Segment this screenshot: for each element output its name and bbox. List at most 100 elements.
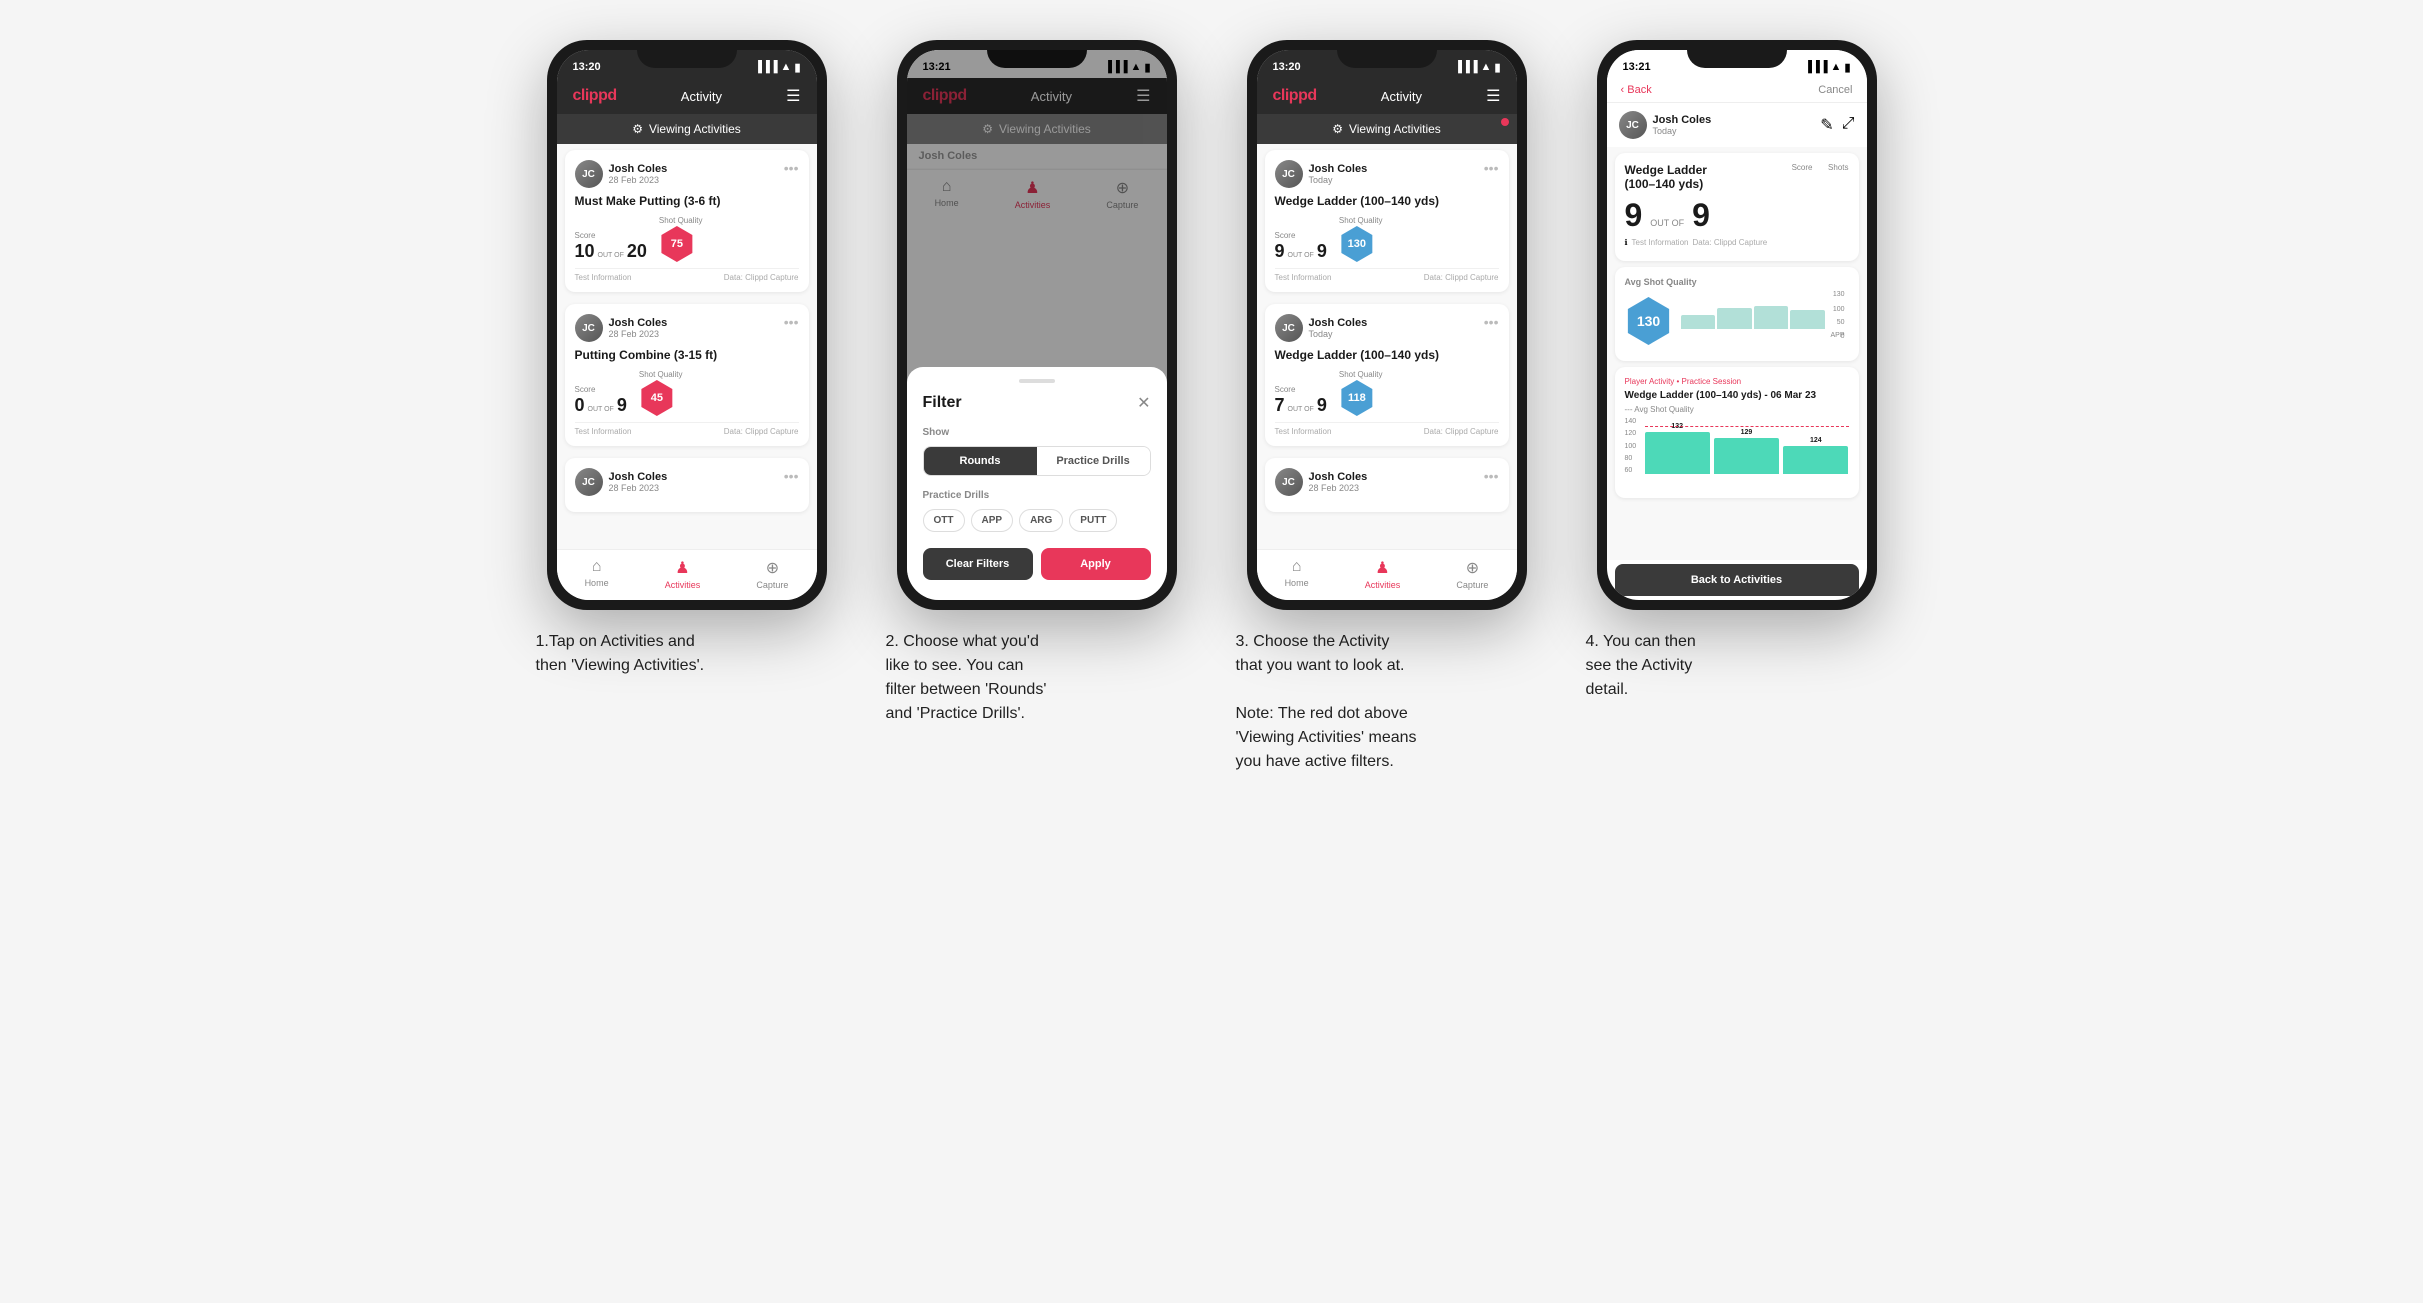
activity-card-1-2[interactable]: JC Josh Coles 28 Feb 2023 ••• Putting Co… xyxy=(565,304,809,446)
menu-icon-1[interactable]: ☰ xyxy=(786,86,800,106)
filter-pills-2: OTT APP ARG PUTT xyxy=(923,509,1151,532)
detail-outof-4: OUT OF xyxy=(1650,218,1684,228)
pill-arg-2[interactable]: ARG xyxy=(1019,509,1063,532)
nav-title-3: Activity xyxy=(1381,89,1422,104)
score-label-3-1: Score xyxy=(1275,231,1327,240)
activity-card-1-3[interactable]: JC Josh Coles 28 Feb 2023 ••• xyxy=(565,458,809,512)
home-icon-1: ⌂ xyxy=(592,558,602,576)
user-info-3-2: JC Josh Coles Today xyxy=(1275,314,1368,342)
avg-sq-label-4: Avg Shot Quality xyxy=(1625,277,1849,287)
chart-mid1-4: 100 xyxy=(1833,306,1845,313)
stat-score-3-1: Score 9 OUT OF 9 xyxy=(1275,231,1327,262)
tab-capture-3[interactable]: ⊕ Capture xyxy=(1456,558,1488,590)
shots-val-3-1: 9 xyxy=(1317,241,1327,262)
wifi-icon-4: ▲ xyxy=(1831,61,1842,73)
more-icon-1-2[interactable]: ••• xyxy=(784,314,799,330)
user-info-4: JC Josh Coles Today xyxy=(1619,111,1712,139)
score-value-row-1-1: 10 OUT OF 20 xyxy=(575,241,647,262)
phone-3-screen: 13:20 ▐▐▐ ▲ ▮ clippd Activity ☰ ⚙ Viewin… xyxy=(1257,50,1517,600)
user-details-4: Josh Coles Today xyxy=(1653,114,1712,136)
stat-sq-1-1: Shot Quality 75 xyxy=(659,216,703,262)
avg-line-4 xyxy=(1645,426,1849,427)
battery-icon-3: ▮ xyxy=(1494,61,1500,74)
expand-icon-4[interactable]: ⤢ xyxy=(1842,115,1855,135)
card-title-1-1: Must Make Putting (3-6 ft) xyxy=(575,194,799,208)
nav-title-1: Activity xyxy=(681,89,722,104)
chart-max-4: 130 xyxy=(1833,291,1845,298)
bar-chart-4: 132 129 124 xyxy=(1625,418,1849,488)
card-title-1-2: Putting Combine (3-15 ft) xyxy=(575,348,799,362)
user-date-4: Today xyxy=(1653,126,1712,136)
tab-capture-label-1: Capture xyxy=(756,580,788,590)
sq-hex-1-2: 45 xyxy=(639,380,675,416)
more-icon-3-3[interactable]: ••• xyxy=(1484,468,1499,484)
detail-nav-4: ‹ < BackBack Cancel xyxy=(1607,78,1867,103)
title-line2-4: (100–140 yds) xyxy=(1625,177,1707,191)
footer-left-1-1: Test Information xyxy=(575,273,632,282)
activity-card-3-3[interactable]: JC Josh Coles 28 Feb 2023 ••• xyxy=(1265,458,1509,512)
more-icon-3-2[interactable]: ••• xyxy=(1484,314,1499,330)
more-icon-1-3[interactable]: ••• xyxy=(784,468,799,484)
user-name-3-1: Josh Coles xyxy=(1309,163,1368,175)
user-name-3-2: Josh Coles xyxy=(1309,317,1368,329)
tab-home-3[interactable]: ⌂ Home xyxy=(1285,558,1309,590)
chart-xlabel-4: APP xyxy=(1830,332,1844,339)
tab-activities-1[interactable]: ♟ Activities xyxy=(665,558,701,590)
cancel-button-4[interactable]: Cancel xyxy=(1818,84,1852,96)
viewing-banner-3[interactable]: ⚙ Viewing Activities xyxy=(1257,114,1517,144)
tab-home-1[interactable]: ⌂ Home xyxy=(585,558,609,590)
tab-activities-3[interactable]: ♟ Activities xyxy=(1365,558,1401,590)
toggle-drills-2[interactable]: Practice Drills xyxy=(1037,447,1150,475)
pill-ott-2[interactable]: OTT xyxy=(923,509,965,532)
status-icons-3: ▐▐▐ ▲ ▮ xyxy=(1454,61,1500,74)
activity-card-1-1[interactable]: JC Josh Coles 28 Feb 2023 ••• Must Make … xyxy=(565,150,809,292)
sq-label-3-2: Shot Quality xyxy=(1339,370,1383,379)
filter-icon-1: ⚙ xyxy=(632,122,643,136)
card-header-3-3: JC Josh Coles 28 Feb 2023 ••• xyxy=(1275,468,1499,496)
activities-icon-1: ♟ xyxy=(675,558,689,578)
back-button-4[interactable]: ‹ < BackBack xyxy=(1621,84,1652,96)
sq-hex-3-1: 130 xyxy=(1339,226,1375,262)
clear-filters-button-2[interactable]: Clear Filters xyxy=(923,548,1033,580)
tab-capture-1[interactable]: ⊕ Capture xyxy=(756,558,788,590)
menu-icon-3[interactable]: ☰ xyxy=(1486,86,1500,106)
step-3-column: 13:20 ▐▐▐ ▲ ▮ clippd Activity ☰ ⚙ Viewin… xyxy=(1232,40,1542,774)
footer-left-1-2: Test Information xyxy=(575,427,632,436)
session-sq-label-4: --- Avg Shot Quality xyxy=(1625,405,1849,414)
toggle-rounds-2[interactable]: Rounds xyxy=(924,447,1037,475)
more-icon-1-1[interactable]: ••• xyxy=(784,160,799,176)
caption-1: 1.Tap on Activities andthen 'Viewing Act… xyxy=(532,630,842,678)
shots-val-1-2: 9 xyxy=(617,395,627,416)
filter-close-2[interactable]: ✕ xyxy=(1137,393,1150,413)
card-footer-1-2: Test Information Data: Clippd Capture xyxy=(575,422,799,436)
bar-body-3-4 xyxy=(1783,446,1848,474)
viewing-banner-1[interactable]: ⚙ Viewing Activities xyxy=(557,114,817,144)
screen-content-1: JC Josh Coles 28 Feb 2023 ••• Must Make … xyxy=(557,144,817,549)
activity-card-3-2[interactable]: JC Josh Coles Today ••• Wedge Ladder (10… xyxy=(1265,304,1509,446)
apply-button-2[interactable]: Apply xyxy=(1041,548,1151,580)
pill-putt-2[interactable]: PUTT xyxy=(1069,509,1117,532)
stats-row-1-2: Score 0 OUT OF 9 Shot Quality 45 xyxy=(575,370,799,416)
show-label-2: Show xyxy=(923,427,1151,438)
pill-app-2[interactable]: APP xyxy=(971,509,1014,532)
bar-group-3-4: 124 xyxy=(1783,437,1848,474)
card-header-1-2: JC Josh Coles 28 Feb 2023 ••• xyxy=(575,314,799,342)
phone-1: 13:20 ▐▐▐ ▲ ▮ clippd Activity ☰ ⚙ View xyxy=(547,40,827,610)
status-time-4: 13:21 xyxy=(1623,61,1651,73)
score-value-row-3-2: 7 OUT OF 9 xyxy=(1275,395,1327,416)
bar-group-1-4: 132 xyxy=(1645,423,1710,474)
filter-sheet-2: Filter ✕ Show Rounds Practice Drills Pra… xyxy=(907,367,1167,600)
bar-val-2-4: 129 xyxy=(1741,429,1753,436)
edit-icon-4[interactable]: ✎ xyxy=(1820,115,1833,135)
activities-icon-3: ♟ xyxy=(1375,558,1389,578)
back-activities-button-4[interactable]: Back to Activities xyxy=(1615,564,1859,596)
phone-3: 13:20 ▐▐▐ ▲ ▮ clippd Activity ☰ ⚙ Viewin… xyxy=(1247,40,1527,610)
detail-action-icons-4: ✎ ⤢ xyxy=(1820,115,1854,135)
more-icon-3-1[interactable]: ••• xyxy=(1484,160,1499,176)
stats-row-1-1: Score 10 OUT OF 20 Shot Quality 75 xyxy=(575,216,799,262)
chart-mid2-4: 50 xyxy=(1837,319,1845,326)
logo-1: clippd xyxy=(573,87,617,105)
activity-card-3-1[interactable]: JC Josh Coles Today ••• Wedge Ladder (10… xyxy=(1265,150,1509,292)
detail-score-val-4: 9 xyxy=(1625,197,1643,234)
avatar-4: JC xyxy=(1619,111,1647,139)
